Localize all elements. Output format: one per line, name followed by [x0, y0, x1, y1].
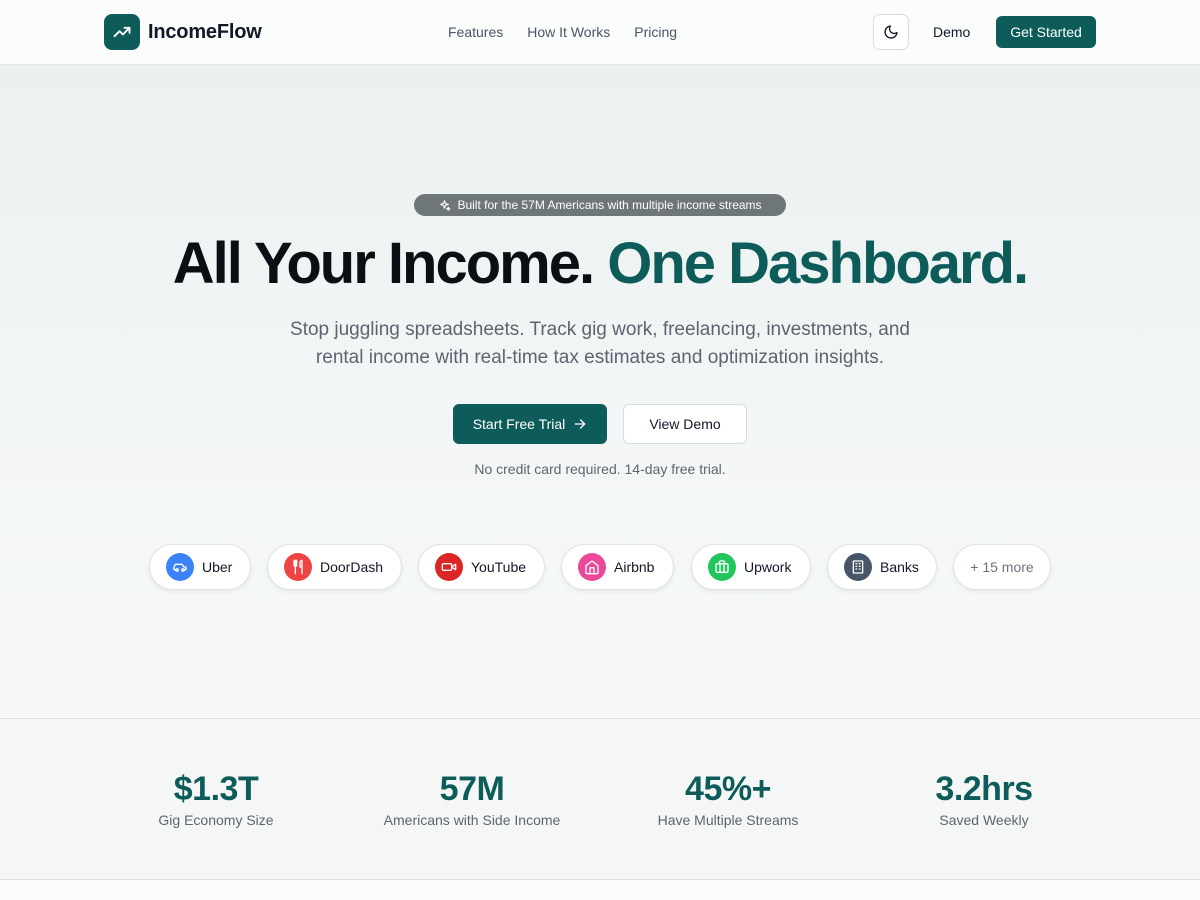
- nav-pricing[interactable]: Pricing: [634, 22, 677, 42]
- stat-label: Gig Economy Size: [158, 812, 274, 828]
- platform-chip-airbnb[interactable]: Airbnb: [561, 544, 674, 590]
- stat-value: 57M: [439, 770, 505, 808]
- arrow-right-icon: [574, 419, 586, 429]
- stat-value: 3.2hrs: [935, 770, 1033, 808]
- hero-badge-text: Built for the 57M Americans with multipl…: [457, 198, 762, 212]
- stat-item: 57M Americans with Side Income: [344, 769, 600, 828]
- video-icon: [435, 553, 463, 581]
- platform-chip-doordash[interactable]: DoorDash: [267, 544, 402, 590]
- car-icon: [166, 553, 194, 581]
- platform-label: Banks: [880, 559, 919, 575]
- stat-label: Americans with Side Income: [383, 812, 561, 828]
- brand-name: IncomeFlow: [148, 20, 262, 43]
- platform-label: YouTube: [471, 559, 527, 575]
- platform-label: Uber: [202, 559, 233, 575]
- main-nav: Features How It Works Pricing: [448, 22, 677, 42]
- nav-how-it-works[interactable]: How It Works: [527, 22, 610, 42]
- demo-link[interactable]: Demo: [933, 22, 970, 42]
- platform-chip-banks[interactable]: Banks: [827, 544, 937, 590]
- stat-value: 45%+: [685, 770, 771, 808]
- hero-subtext-line2: rental income with real-time tax estimat…: [315, 347, 885, 368]
- stat-label: Have Multiple Streams: [657, 812, 799, 828]
- trial-note: No credit card required. 14-day free tri…: [474, 461, 726, 477]
- stat-item: $1.3T Gig Economy Size: [88, 769, 344, 828]
- building-icon: [844, 553, 872, 581]
- hero-subtext: Stop juggling spreadsheets. Track gig wo…: [260, 316, 940, 372]
- home-icon: [578, 553, 606, 581]
- utensils-icon: [284, 553, 312, 581]
- platform-label: Upwork: [744, 559, 792, 575]
- stat-label: Saved Weekly: [939, 812, 1029, 828]
- headline-main: All Your Income.: [172, 231, 595, 296]
- hero-subtext-line1: Stop juggling spreadsheets. Track gig wo…: [290, 319, 910, 340]
- get-started-button[interactable]: Get Started: [996, 16, 1096, 48]
- stat-value: $1.3T: [173, 770, 259, 808]
- platform-chip-uber[interactable]: Uber: [149, 544, 251, 590]
- view-demo-button[interactable]: View Demo: [623, 404, 747, 444]
- platform-chip-youtube[interactable]: YouTube: [418, 544, 545, 590]
- more-platforms-chip[interactable]: + 15 more: [953, 544, 1051, 590]
- brand-logo[interactable]: IncomeFlow: [104, 14, 262, 50]
- start-free-trial-button[interactable]: Start Free Trial: [453, 404, 607, 444]
- stats-section: $1.3T Gig Economy Size 57M Americans wit…: [0, 718, 1200, 880]
- next-section-edge: [0, 880, 1200, 900]
- nav-features[interactable]: Features: [448, 22, 503, 42]
- hero-section: [0, 65, 1200, 718]
- headline-accent: One Dashboard.: [607, 231, 1029, 296]
- platform-label: Airbnb: [614, 559, 655, 575]
- platform-label: DoorDash: [320, 559, 384, 575]
- sparkles-icon: [440, 199, 451, 211]
- stat-item: 3.2hrs Saved Weekly: [856, 769, 1112, 828]
- site-header: IncomeFlow Features How It Works Pricing…: [0, 0, 1200, 65]
- hero-headline: All Your Income. One Dashboard.: [0, 228, 1200, 300]
- trending-up-icon: [104, 14, 140, 50]
- platform-chip-upwork[interactable]: Upwork: [691, 544, 811, 590]
- stat-item: 45%+ Have Multiple Streams: [600, 769, 856, 828]
- briefcase-icon: [708, 553, 736, 581]
- hero-badge: Built for the 57M Americans with multipl…: [414, 194, 786, 216]
- theme-toggle-button[interactable]: [873, 14, 909, 50]
- moon-icon: [884, 25, 898, 39]
- start-free-trial-label: Start Free Trial: [472, 416, 566, 432]
